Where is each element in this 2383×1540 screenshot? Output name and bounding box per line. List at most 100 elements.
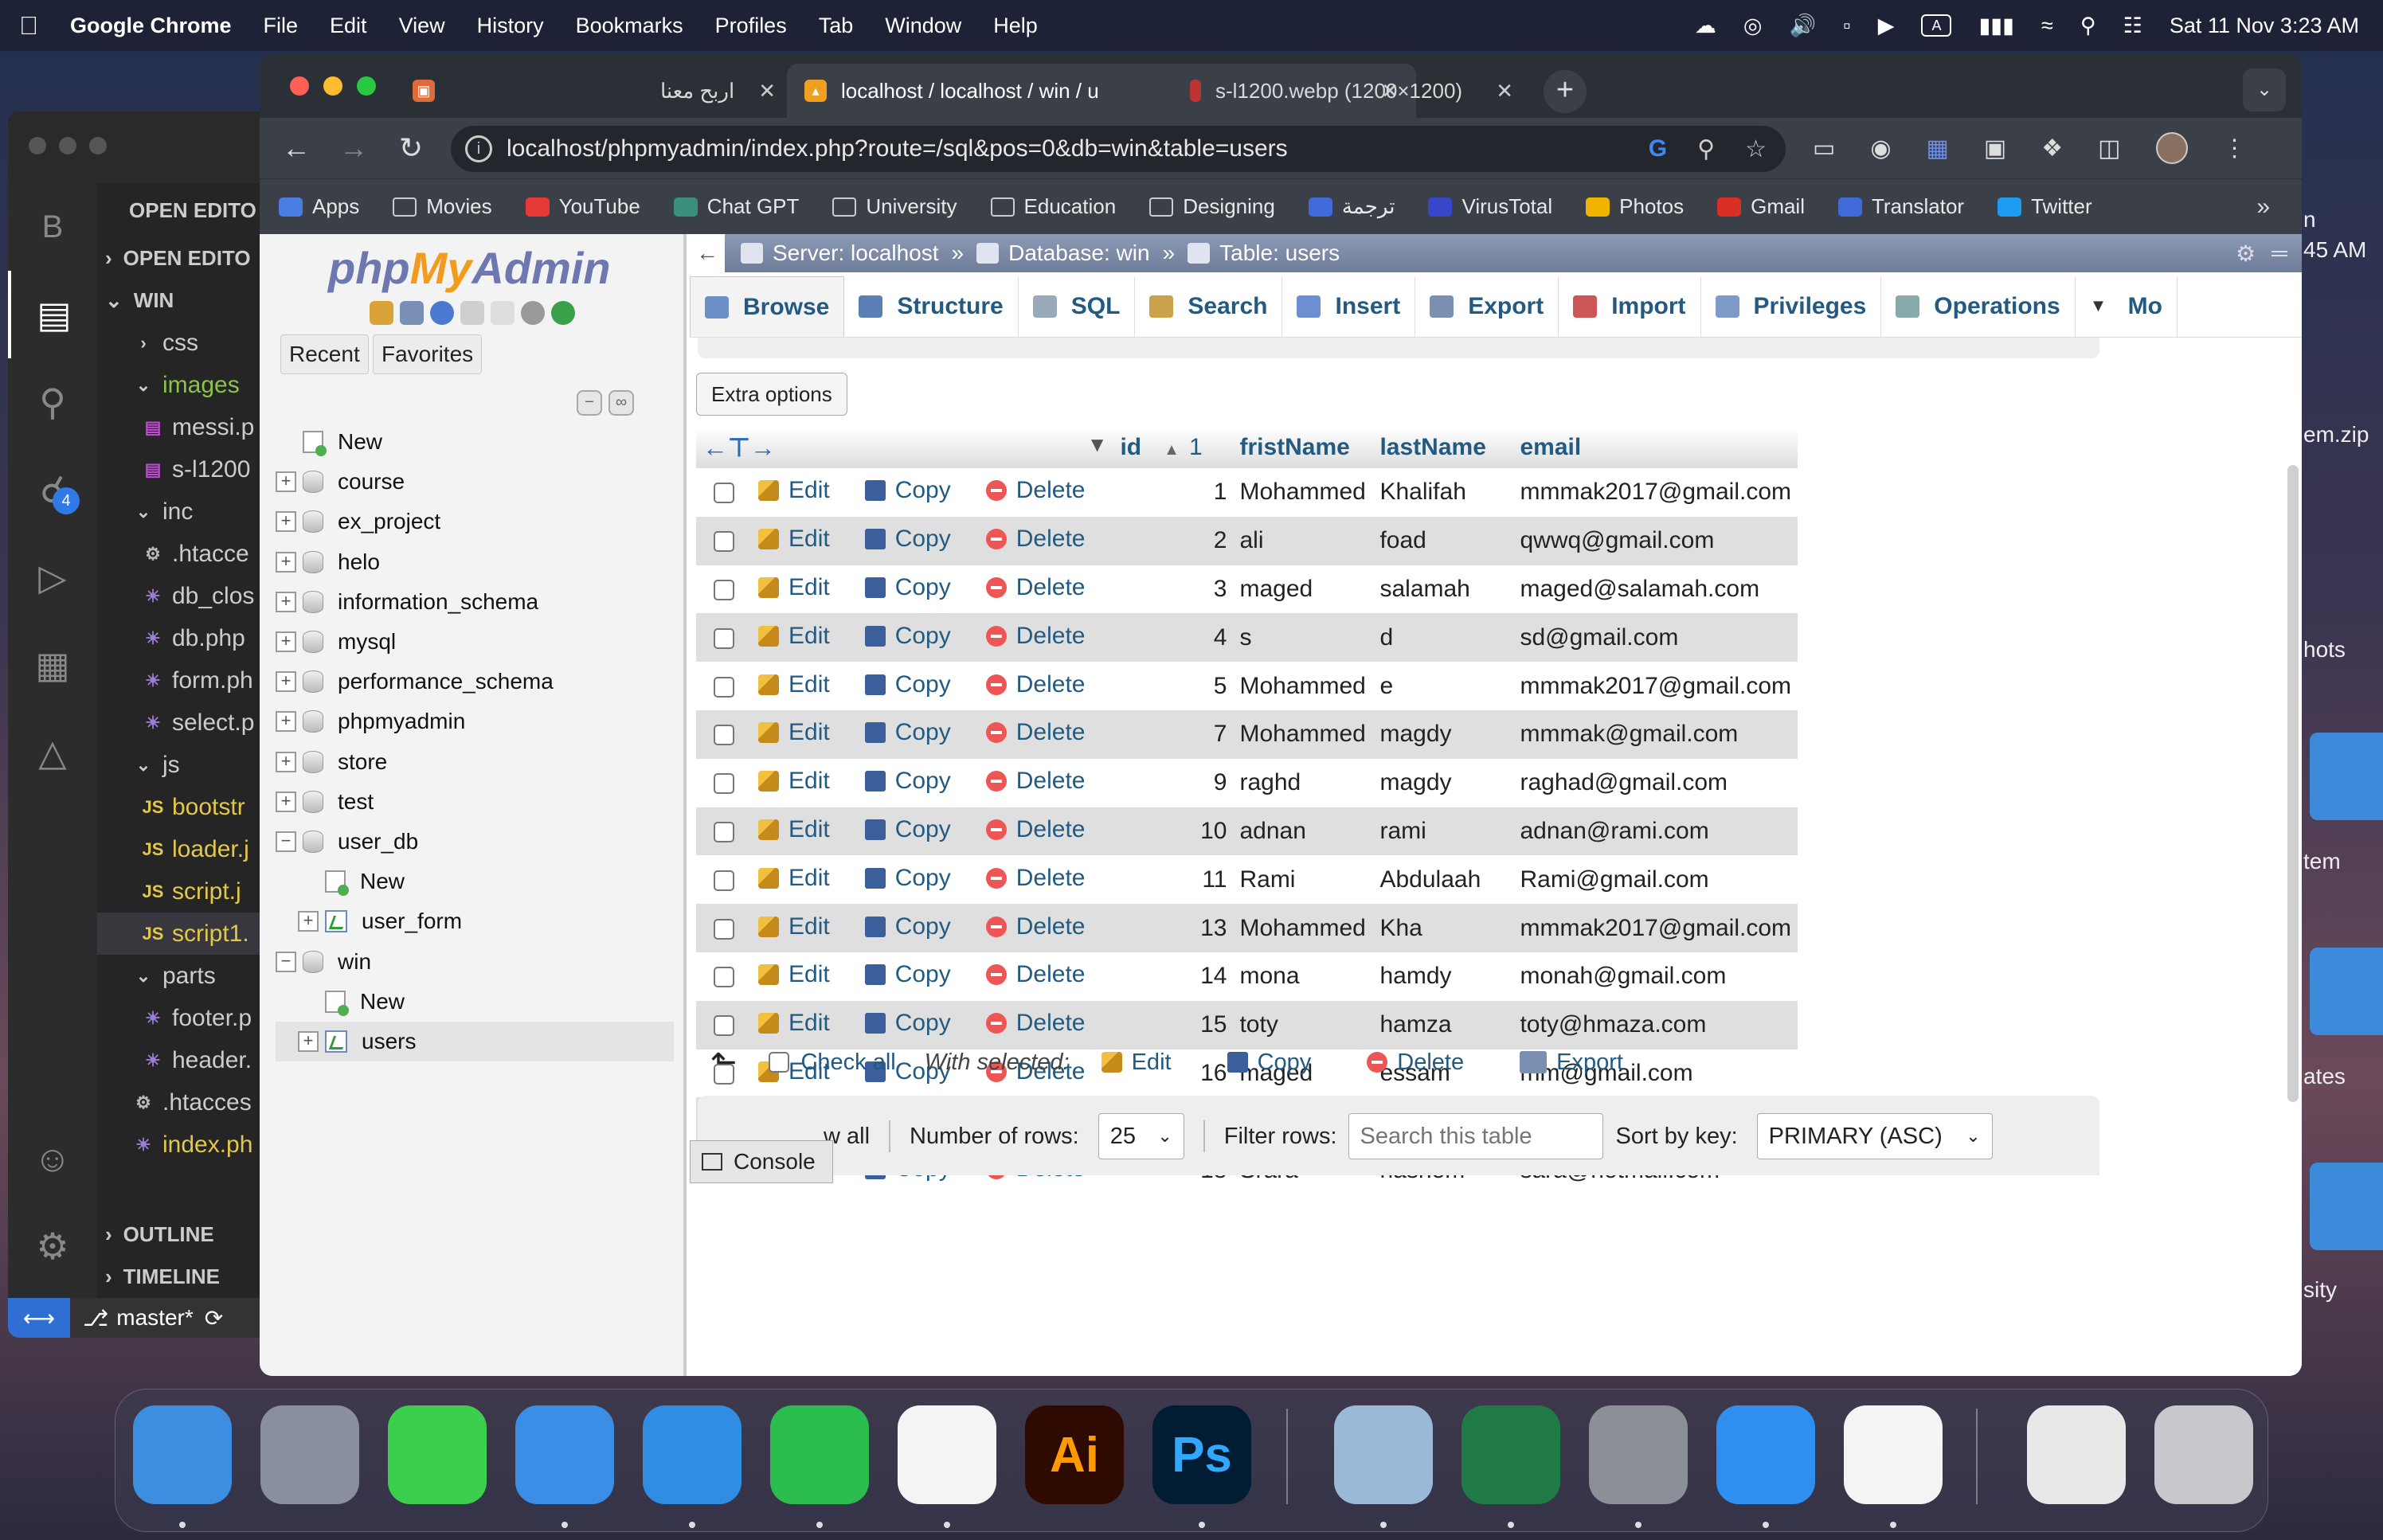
cell-lastname[interactable]: rami bbox=[1373, 807, 1514, 856]
row-delete-button[interactable]: Delete bbox=[985, 816, 1085, 843]
cell-email[interactable]: mmmak2017@gmail.com bbox=[1513, 904, 1798, 952]
explorer-item[interactable]: ▤ s-l1200 bbox=[97, 448, 271, 491]
row-delete-button[interactable]: Delete bbox=[985, 961, 1085, 988]
system-settings-icon[interactable] bbox=[1589, 1405, 1688, 1504]
sort-by-key-select[interactable]: PRIMARY (ASC) ⌄ bbox=[1756, 1113, 1993, 1159]
tree-new-item[interactable]: New bbox=[276, 982, 674, 1022]
menu-edit[interactable]: Edit bbox=[330, 14, 367, 38]
menu-history[interactable]: History bbox=[477, 14, 544, 38]
trash-icon[interactable] bbox=[2154, 1405, 2253, 1504]
tab-arabic[interactable]: ▣ اربح معنا ✕ bbox=[395, 64, 793, 118]
row-delete-button[interactable]: Delete bbox=[985, 865, 1085, 892]
new-tab-button[interactable]: + bbox=[1544, 70, 1587, 113]
accounts-icon[interactable]: ☺ bbox=[8, 1115, 97, 1202]
row-copy-button[interactable]: Copy bbox=[864, 768, 951, 795]
row-copy-button[interactable]: Copy bbox=[864, 961, 951, 988]
chrome-icon[interactable] bbox=[1844, 1405, 1943, 1504]
desktop-folder-icon[interactable] bbox=[2310, 733, 2383, 820]
menu-window[interactable]: Window bbox=[885, 14, 961, 38]
row-delete-button[interactable]: Delete bbox=[985, 477, 1085, 504]
bookmarks-overflow-icon[interactable]: » bbox=[2256, 193, 2270, 221]
tree-database-item[interactable]: + performance_schema bbox=[276, 662, 674, 702]
cell-id[interactable]: 14 bbox=[1113, 952, 1234, 1001]
cell-fristname[interactable]: maged bbox=[1233, 565, 1374, 614]
copy-icon[interactable] bbox=[491, 301, 515, 325]
bookmark-2[interactable]: Movies bbox=[393, 194, 492, 219]
column-options-dropdown-icon[interactable]: ▼ bbox=[1087, 432, 1108, 457]
row-checkbox[interactable] bbox=[714, 627, 734, 649]
menu-bookmarks[interactable]: Bookmarks bbox=[576, 14, 683, 38]
cell-fristname[interactable]: Mohammed bbox=[1233, 662, 1374, 710]
collapse-nav-icon[interactable]: ← bbox=[690, 234, 725, 272]
menu-tab[interactable]: Tab bbox=[819, 14, 854, 38]
preview-icon[interactable] bbox=[1334, 1405, 1433, 1504]
row-delete-button[interactable]: Delete bbox=[985, 768, 1085, 795]
cell-email[interactable]: adnan@rami.com bbox=[1513, 807, 1798, 856]
bookmark-4[interactable]: Chat GPT bbox=[673, 194, 799, 219]
home-icon[interactable] bbox=[370, 301, 393, 325]
google-lens-icon[interactable]: G bbox=[1649, 135, 1667, 163]
volume-icon[interactable]: 🔊 bbox=[1789, 13, 1816, 38]
tree-database-item[interactable]: + store bbox=[276, 742, 674, 782]
cell-email[interactable]: raghad@gmail.com bbox=[1513, 758, 1798, 807]
explorer-item[interactable]: ☀ form.ph bbox=[97, 659, 271, 702]
tree-database-item[interactable]: + information_schema bbox=[276, 582, 674, 622]
cell-id[interactable]: 7 bbox=[1113, 709, 1234, 759]
cell-fristname[interactable]: raghd bbox=[1233, 758, 1374, 807]
row-delete-button[interactable]: Delete bbox=[985, 526, 1085, 553]
cell-email[interactable]: mmmak2017@gmail.com bbox=[1513, 468, 1798, 517]
expand-node-icon[interactable]: + bbox=[276, 471, 296, 493]
row-edit-button[interactable]: Edit bbox=[758, 623, 830, 650]
side-panel-icon[interactable]: ◫ bbox=[2098, 135, 2120, 162]
cell-id[interactable]: 3 bbox=[1113, 565, 1234, 614]
menubar-clock[interactable]: Sat 11 Nov 3:23 AM bbox=[2170, 14, 2359, 38]
cell-id[interactable]: 13 bbox=[1113, 904, 1234, 952]
explorer-item[interactable]: JS script1. bbox=[97, 913, 271, 955]
row-checkbox[interactable] bbox=[714, 967, 734, 988]
row-copy-button[interactable]: Copy bbox=[864, 719, 951, 746]
cell-lastname[interactable]: Abdulaah bbox=[1373, 855, 1514, 905]
photoshop-icon[interactable]: Ps bbox=[1152, 1405, 1251, 1504]
explorer-item[interactable]: JS script.j bbox=[97, 870, 271, 913]
recent-button[interactable]: Recent bbox=[280, 334, 369, 374]
bulk-delete-button[interactable]: Delete bbox=[1367, 1049, 1464, 1076]
row-checkbox[interactable] bbox=[714, 580, 734, 601]
row-checkbox[interactable] bbox=[714, 531, 734, 553]
column-resize-arrows-icon[interactable]: ←⊤→ bbox=[702, 433, 776, 462]
extension-icon[interactable]: ▣ bbox=[1984, 135, 2006, 162]
git-branch[interactable]: master* bbox=[116, 1305, 193, 1331]
expand-node-icon[interactable]: + bbox=[276, 711, 296, 733]
tab-import[interactable]: Import bbox=[1559, 276, 1701, 337]
zoom-icon[interactable]: ⚲ bbox=[1697, 135, 1715, 163]
tab-search[interactable]: Search bbox=[1135, 276, 1283, 337]
tab-image[interactable]: s-l1200.webp (1200×1200) ✕ bbox=[1172, 64, 1531, 118]
bookmark-5[interactable]: University bbox=[832, 194, 957, 219]
row-delete-button[interactable]: Delete bbox=[985, 913, 1085, 940]
tab-browse[interactable]: Browse bbox=[690, 276, 845, 337]
cell-lastname[interactable]: foad bbox=[1373, 516, 1514, 565]
desktop-label[interactable]: em.zip bbox=[2303, 422, 2369, 448]
expand-node-icon[interactable]: + bbox=[276, 751, 296, 772]
cell-email[interactable]: Rami@gmail.com bbox=[1513, 855, 1798, 905]
outline-section[interactable]: › OUTLINE bbox=[97, 1214, 271, 1256]
menu-help[interactable]: Help bbox=[993, 14, 1038, 38]
cell-email[interactable]: mmmak@gmail.com bbox=[1513, 709, 1798, 759]
explorer-item[interactable]: ⌄ parts bbox=[97, 955, 271, 997]
explorer-item[interactable]: JS loader.j bbox=[97, 828, 271, 870]
run-debug-icon[interactable]: ▷ bbox=[8, 534, 97, 621]
explorer-item[interactable]: ☀ index.ph bbox=[97, 1124, 271, 1166]
breadcrumb-table[interactable]: Table: users bbox=[1219, 240, 1340, 266]
explorer-icon[interactable]: ▤ bbox=[8, 271, 97, 358]
open-editors-section[interactable]: › OPEN EDITO bbox=[97, 237, 271, 279]
row-edit-button[interactable]: Edit bbox=[758, 574, 830, 601]
settings-gear-icon[interactable] bbox=[521, 301, 545, 325]
tree-table-item[interactable]: + users bbox=[276, 1021, 674, 1061]
bookmark-9[interactable]: VirusTotal bbox=[1428, 194, 1552, 219]
row-edit-button[interactable]: Edit bbox=[758, 477, 830, 504]
expand-node-icon[interactable]: + bbox=[276, 791, 296, 812]
page-scrollbar[interactable] bbox=[2287, 465, 2299, 1102]
minimize-window-button[interactable] bbox=[323, 76, 342, 96]
cell-id[interactable]: 5 bbox=[1113, 662, 1234, 710]
cloud-icon[interactable]: ☁ bbox=[1695, 14, 1716, 38]
close-window-button[interactable] bbox=[290, 76, 309, 96]
